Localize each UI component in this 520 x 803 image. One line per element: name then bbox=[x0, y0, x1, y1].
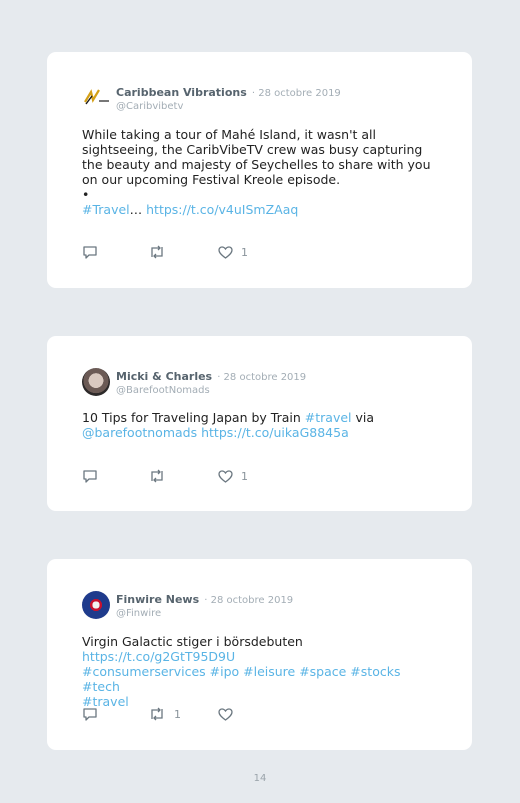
author-name[interactable]: Micki & Charles bbox=[116, 370, 212, 383]
tweet-text: 10 Tips for Traveling Japan by Train #tr… bbox=[82, 410, 442, 440]
tweet-date: · 28 octobre 2019 bbox=[251, 88, 341, 99]
like-count: 1 bbox=[241, 245, 248, 259]
heart-icon bbox=[218, 469, 233, 483]
hashtag-links[interactable]: #consumerservices #ipo #leisure #space #… bbox=[82, 664, 400, 694]
like-button[interactable]: 1 bbox=[218, 468, 248, 484]
heart-icon bbox=[218, 707, 233, 721]
retweet-icon bbox=[151, 469, 163, 483]
retweet-icon bbox=[151, 707, 163, 721]
retweet-button[interactable] bbox=[148, 468, 174, 484]
reply-button[interactable] bbox=[82, 468, 98, 484]
tweet-body: 10 Tips for Traveling Japan by Train bbox=[82, 410, 305, 425]
tweet-actions: 1 bbox=[82, 706, 282, 722]
url-link[interactable]: https://t.co/v4uISmZAaq bbox=[146, 202, 298, 217]
reply-button[interactable] bbox=[82, 706, 98, 722]
tweet-date: · 28 octobre 2019 bbox=[217, 372, 307, 383]
tweet-card: Finwire News · 28 octobre 2019 @Finwire … bbox=[47, 559, 472, 750]
retweet-button[interactable] bbox=[148, 244, 174, 260]
retweet-count: 1 bbox=[174, 707, 181, 721]
reply-icon bbox=[83, 470, 97, 483]
tweet-body: While taking a tour of Mahé Island, it w… bbox=[82, 127, 431, 187]
url-link[interactable]: https://t.co/uikaG8845a bbox=[201, 425, 349, 440]
author-handle[interactable]: @Caribvibetv bbox=[116, 101, 341, 112]
tweet-actions: 1 bbox=[82, 468, 282, 484]
mention-link[interactable]: @barefootnomads bbox=[82, 425, 197, 440]
url-link[interactable]: https://t.co/g2GtT95D9U bbox=[82, 649, 235, 664]
heart-icon bbox=[218, 245, 233, 259]
tweet-card: Caribbean Vibrations · 28 octobre 2019 @… bbox=[47, 52, 472, 288]
tweet-actions: 1 bbox=[82, 244, 282, 260]
tweet-text: Virgin Galactic stiger i börsdebuten htt… bbox=[82, 634, 442, 709]
retweet-icon bbox=[151, 245, 163, 259]
reply-button[interactable] bbox=[82, 244, 98, 260]
avatar[interactable] bbox=[82, 591, 110, 619]
author-handle[interactable]: @Finwire bbox=[116, 608, 293, 619]
tweet-body-cont: via bbox=[351, 410, 375, 425]
author-handle[interactable]: @BarefootNomads bbox=[116, 385, 306, 396]
tweet-date: · 28 octobre 2019 bbox=[204, 595, 294, 606]
avatar[interactable] bbox=[82, 368, 110, 396]
reply-icon bbox=[83, 246, 97, 259]
like-button[interactable]: 1 bbox=[218, 244, 248, 260]
retweet-button[interactable]: 1 bbox=[148, 706, 181, 722]
bullet: • bbox=[82, 187, 90, 202]
tweet-header: Micki & Charles · 28 octobre 2019 @Baref… bbox=[82, 364, 452, 396]
author-name[interactable]: Finwire News bbox=[116, 593, 199, 606]
reply-icon bbox=[83, 708, 97, 721]
tweet-body: Virgin Galactic stiger i börsdebuten bbox=[82, 634, 303, 649]
tweet-text: While taking a tour of Mahé Island, it w… bbox=[82, 127, 442, 217]
hashtag-link[interactable]: #Travel bbox=[82, 202, 130, 217]
ellipsis: … bbox=[129, 202, 147, 217]
like-count: 1 bbox=[241, 469, 248, 483]
tweet-header: Caribbean Vibrations · 28 octobre 2019 @… bbox=[82, 80, 452, 112]
page-number: 14 bbox=[253, 773, 267, 784]
author-name[interactable]: Caribbean Vibrations bbox=[116, 86, 247, 99]
hashtag-link[interactable]: #travel bbox=[305, 410, 352, 425]
tweet-card: Micki & Charles · 28 octobre 2019 @Baref… bbox=[47, 336, 472, 511]
like-button[interactable] bbox=[218, 706, 241, 722]
tweet-header: Finwire News · 28 octobre 2019 @Finwire bbox=[82, 587, 452, 619]
avatar[interactable] bbox=[82, 84, 110, 112]
